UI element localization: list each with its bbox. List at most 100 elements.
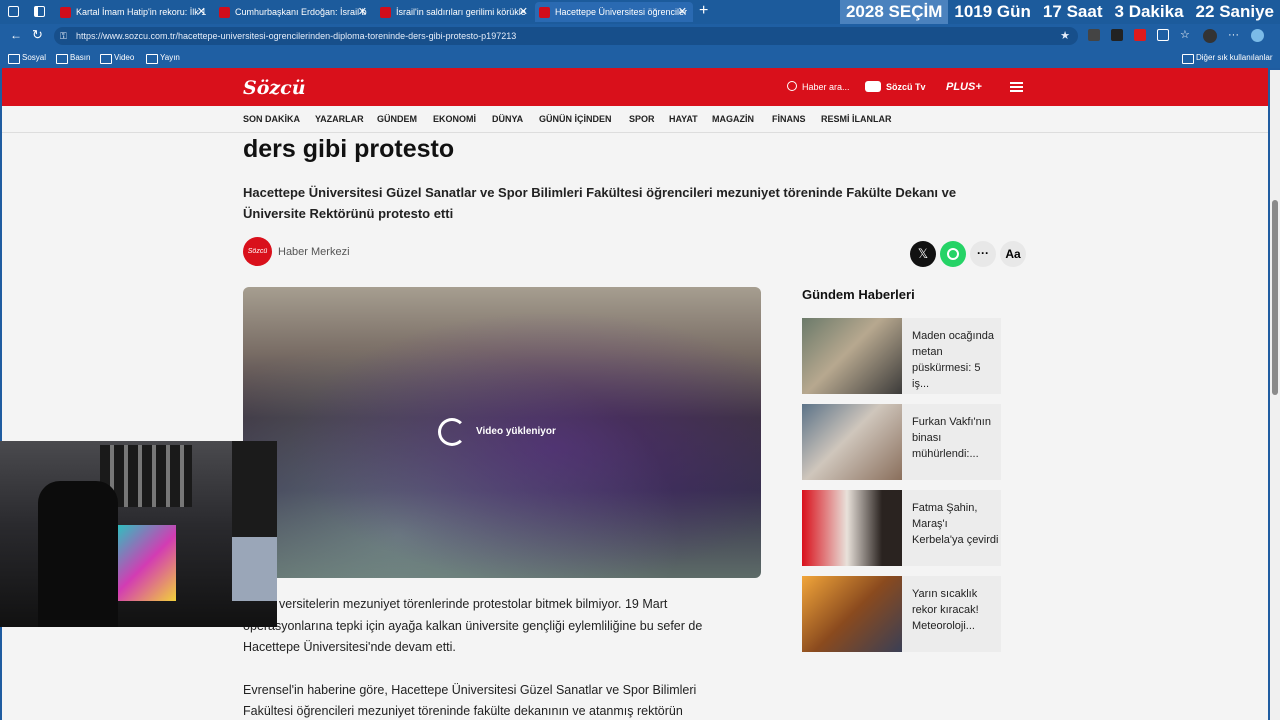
countdown-year: 2028: [845, 2, 884, 21]
news-thumbnail: [802, 576, 902, 652]
news-thumbnail: [802, 318, 902, 394]
nav-gunun-icinden[interactable]: GÜNÜN İÇİNDEN: [539, 114, 612, 124]
url-text: https://www.sozcu.com.tr/hacettepe-unive…: [76, 31, 517, 41]
sidebar-news-item[interactable]: Furkan Vakfı'nın binası mühürlendi:...: [802, 404, 1001, 480]
site-header: Sözcü Haber ara... Sözcü Tv PLUS+: [2, 68, 1268, 106]
gaming-chair-image: [38, 481, 118, 627]
favorites-icon[interactable]: ☆: [1180, 29, 1192, 41]
bookmark-folder-video[interactable]: Video: [100, 52, 134, 64]
video-player[interactable]: Video yükleniyor: [243, 287, 761, 578]
youtube-extension-icon[interactable]: [1134, 29, 1146, 41]
nav-resmi-ilanlar[interactable]: RESMİ İLANLAR: [821, 114, 892, 124]
author-avatar[interactable]: Sözcü: [243, 237, 272, 266]
tab-3[interactable]: İsrail'in saldırıları gerilimi körükle ✕: [376, 2, 534, 22]
close-tab-icon[interactable]: ✕: [678, 2, 687, 22]
countdown-label: SEÇİM: [888, 2, 943, 21]
toolbar-extensions: ☆ ···: [1088, 29, 1264, 43]
extensions-icon[interactable]: [1157, 29, 1169, 41]
nav-gundem[interactable]: GÜNDEM: [377, 114, 417, 124]
article-body: versitelerin mezuniyet törenlerinde prot…: [243, 594, 763, 720]
copilot-icon[interactable]: [1251, 29, 1264, 42]
tab-2[interactable]: Cumhurbaşkanı Erdoğan: İsrail b ✕: [215, 2, 373, 22]
tab-1[interactable]: Kartal İmam Hatip'in rekoru: İlk 1 ✕: [56, 2, 212, 22]
poster-image: [118, 525, 176, 601]
vertical-tabs-icon[interactable]: [34, 6, 45, 17]
search-input[interactable]: Haber ara...: [802, 82, 850, 92]
sozcu-tv-link[interactable]: Sözcü Tv: [886, 82, 926, 92]
extension-icon[interactable]: [1088, 29, 1100, 41]
minutes-value: 3: [1114, 2, 1124, 21]
browser-tab-bar: Kartal İmam Hatip'in rekoru: İlk 1 ✕ Cumh…: [0, 0, 1280, 24]
plus-link[interactable]: PLUS+: [946, 81, 982, 93]
sidebar-news-item[interactable]: Fatma Şahin, Maraş'ı Kerbela'ya çevirdi: [802, 490, 1001, 566]
more-menu-icon[interactable]: ···: [1228, 29, 1240, 43]
loading-spinner-icon: [438, 418, 466, 446]
countdown-hours: 17 Saat: [1037, 0, 1109, 24]
close-tab-icon[interactable]: ✕: [197, 2, 206, 22]
nav-dunya[interactable]: DÜNYA: [492, 114, 523, 124]
paragraph-line: Evrensel'in haberine göre, Hacettepe Üni…: [243, 682, 697, 697]
bookmark-folder-basin[interactable]: Basın: [56, 52, 90, 64]
paragraph-line: versitelerin mezuniyet törenlerinde prot…: [279, 597, 668, 611]
nav-ekonomi[interactable]: EKONOMİ: [433, 114, 476, 124]
news-thumbnail: [802, 490, 902, 566]
sozcu-logo[interactable]: Sözcü: [243, 77, 306, 99]
share-whatsapp-button[interactable]: [940, 241, 966, 267]
bookmark-folder-yayin[interactable]: Yayın: [146, 52, 180, 64]
tab-title: İsrail'in saldırıları gerilimi körükle: [396, 7, 526, 17]
close-tab-icon[interactable]: ✕: [358, 2, 367, 22]
back-icon[interactable]: ←: [10, 28, 22, 42]
youtube-icon[interactable]: [865, 81, 881, 92]
tab-4-active[interactable]: Hacettepe Üniversitesi öğrenciler ✕: [535, 2, 693, 22]
paragraph-line: Hacettepe Üniversitesi'nde devam etti.: [243, 640, 456, 654]
more-dots-icon: ···: [977, 246, 989, 260]
author-name[interactable]: Haber Merkezi: [278, 246, 350, 258]
nav-hayat[interactable]: HAYAT: [669, 114, 698, 124]
tab-title: Kartal İmam Hatip'in rekoru: İlk 1: [76, 7, 207, 17]
search-icon[interactable]: [787, 81, 797, 91]
favorite-star-icon[interactable]: ★: [1060, 27, 1070, 45]
countdown-days: 1019 Gün: [948, 0, 1037, 24]
sidebar-news-item[interactable]: Yarın sıcaklık rekor kıracak! Meteoroloj…: [802, 576, 1001, 652]
sozcu-favicon-icon: [380, 7, 391, 18]
site-info-icon[interactable]: ⚿: [60, 27, 67, 45]
seconds-value: 22: [1195, 2, 1215, 21]
days-label: Gün: [996, 2, 1031, 21]
election-countdown: 2028 SEÇİM 1019 Gün 17 Saat 3 Dakika 22 …: [839, 0, 1280, 24]
scrollbar-thumb[interactable]: [1272, 200, 1278, 395]
workspaces-icon[interactable]: [8, 6, 19, 17]
sidebar-news-item[interactable]: Maden ocağında metan püskürmesi: 5 iş...: [802, 318, 1001, 394]
close-tab-icon[interactable]: ✕: [519, 2, 528, 22]
text-size-button[interactable]: Aa: [1000, 241, 1026, 267]
nav-magazin[interactable]: MAGAZİN: [712, 114, 754, 124]
extension-icon[interactable]: [1111, 29, 1123, 41]
nav-finans[interactable]: FİNANS: [772, 114, 806, 124]
bookmark-folder-sosyal[interactable]: Sosyal: [8, 52, 46, 64]
page-scrollbar[interactable]: [1270, 70, 1280, 720]
hamburger-menu-icon[interactable]: [1010, 82, 1023, 92]
refresh-icon[interactable]: ↻: [32, 27, 43, 43]
paragraph-line: Fakültesi öğrencileri mezuniyet törenind…: [243, 704, 683, 718]
sozcu-favicon-icon: [219, 7, 230, 18]
days-value: 1019: [954, 2, 993, 21]
new-tab-button[interactable]: +: [699, 1, 708, 21]
article-title: ders gibi protesto: [243, 135, 455, 163]
share-x-button[interactable]: 𝕏: [910, 241, 936, 267]
sidebar-heading: Gündem Haberleri: [802, 287, 915, 302]
address-bar-row: ← ↻ ⚿ https://www.sozcu.com.tr/hacettepe…: [0, 24, 1280, 48]
nav-spor[interactable]: SPOR: [629, 114, 655, 124]
article-subtitle: Hacettepe Üniversitesi Güzel Sanatlar ve…: [243, 185, 957, 221]
nav-yazarlar[interactable]: YAZARLAR: [315, 114, 364, 124]
other-bookmarks-folder[interactable]: Diğer sık kullanılanlar: [1182, 52, 1272, 64]
person-image: [232, 441, 277, 601]
more-share-button[interactable]: ···: [970, 241, 996, 267]
tab-title: Hacettepe Üniversitesi öğrenciler: [555, 7, 688, 17]
nav-son-dakika[interactable]: SON DAKİKA: [243, 114, 300, 124]
seconds-label: Saniye: [1219, 2, 1274, 21]
video-loading-text: Video yükleniyor: [476, 426, 556, 437]
profile-avatar[interactable]: [1203, 29, 1217, 43]
news-title: Maden ocağında metan püskürmesi: 5 iş...: [912, 330, 994, 390]
sozcu-favicon-icon: [60, 7, 71, 18]
url-field[interactable]: ⚿ https://www.sozcu.com.tr/hacettepe-uni…: [54, 27, 1078, 45]
minutes-label: Dakika: [1128, 2, 1184, 21]
